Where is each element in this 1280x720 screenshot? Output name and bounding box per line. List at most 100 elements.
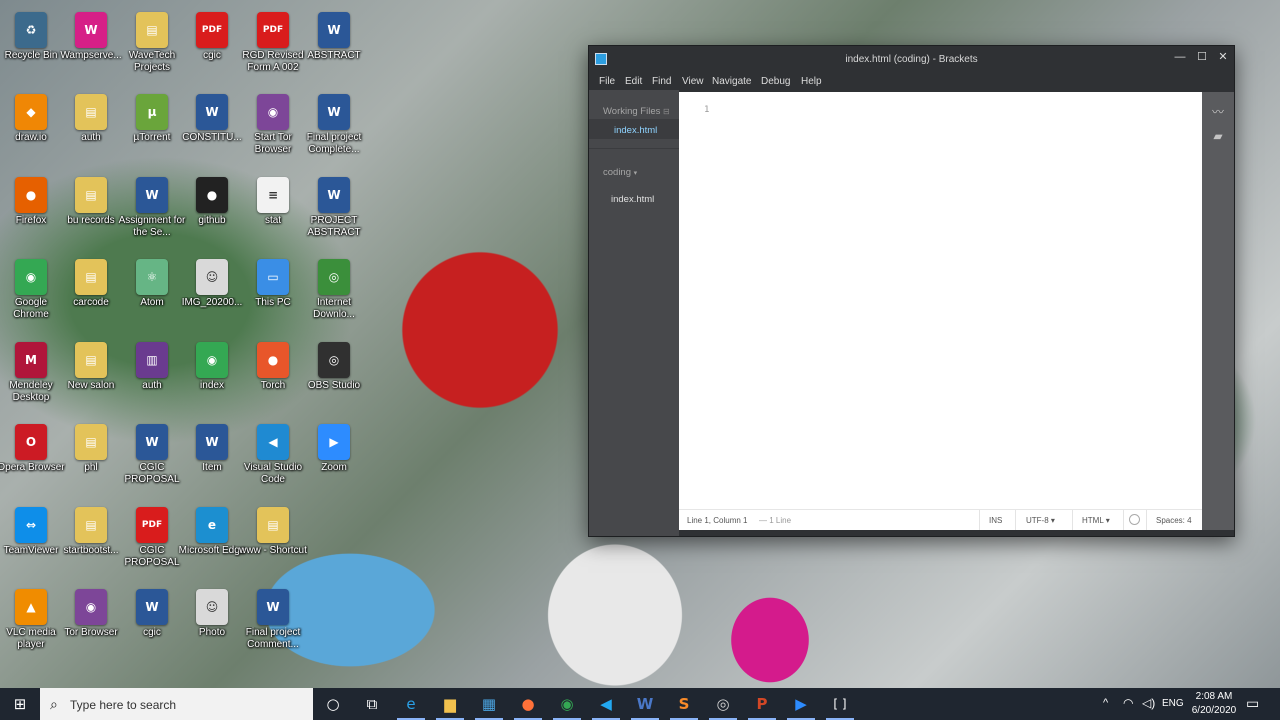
desktop-icon[interactable]: W Final project Comment... xyxy=(242,585,304,667)
desktop-icon[interactable]: Wcgic xyxy=(121,585,183,667)
desktop-icon[interactable]: PDF cgic xyxy=(181,8,243,90)
desktop-icon[interactable]: ≡ stat xyxy=(242,173,304,255)
vscode-icon[interactable]: ◀ xyxy=(586,688,626,720)
desktop-icon[interactable]: ● Torch xyxy=(242,338,304,420)
language-indicator[interactable]: ENG xyxy=(1162,698,1184,709)
start-windows-icon[interactable]: ⊞ xyxy=(0,688,40,720)
menu-help[interactable]: Help xyxy=(801,76,822,87)
chrome-icon[interactable]: ◉ xyxy=(547,688,587,720)
desktop-icon[interactable]: M Mendeley Desktop xyxy=(0,338,62,420)
desktop-icon[interactable]: ⚛ Atom xyxy=(121,255,183,337)
desktop-icon[interactable]: W Item xyxy=(181,420,243,502)
wifi-icon[interactable]: ◠ xyxy=(1123,696,1133,710)
insert-mode[interactable]: INS xyxy=(989,516,1002,525)
desktop-icon[interactable]: ◎ Internet Downlo... xyxy=(303,255,365,337)
desktop-icon[interactable]: W PROJECT ABSTRACT xyxy=(303,173,365,255)
desktop-icon-image: ⇔ xyxy=(15,507,47,543)
title-bar[interactable]: index.html (coding) - Brackets — ☐ ✕ xyxy=(589,46,1234,70)
taskbar-search-box[interactable]: ⌕ Type here to search xyxy=(40,688,313,720)
desktop-icon[interactable]: ▤ phl xyxy=(60,420,122,502)
desktop-icon[interactable]: ▤ startbootst... xyxy=(60,503,122,585)
sidebar-divider xyxy=(589,148,679,149)
clock-time[interactable]: 2:08 AM xyxy=(1193,691,1235,702)
desktop-icon[interactable]: ▤ WaveTech Projects xyxy=(121,8,183,90)
menu-view[interactable]: View xyxy=(682,76,704,87)
menu-navigate[interactable]: Navigate xyxy=(712,76,751,87)
desktop-icon[interactable]: ● github xyxy=(181,173,243,255)
desktop-icon[interactable]: O Opera Browser xyxy=(0,420,65,502)
desktop-icon[interactable]: ▤ bu records xyxy=(60,173,122,255)
desktop-icon[interactable]: µ µTorrent xyxy=(121,90,183,172)
powerpoint-icon[interactable]: P xyxy=(742,688,782,720)
indent-spaces[interactable]: Spaces: 4 xyxy=(1156,516,1192,525)
firefox-icon[interactable]: ● xyxy=(508,688,548,720)
desktop-icon[interactable]: ♻ Recycle Bin xyxy=(0,8,62,90)
project-header[interactable]: coding ▾ xyxy=(603,167,637,178)
maximize-button[interactable]: ☐ xyxy=(1191,48,1213,66)
extension-manager-icon[interactable]: ▰ xyxy=(1210,130,1226,142)
desktop-icon[interactable]: ◀ Visual Studio Code xyxy=(242,420,304,502)
live-preview-icon[interactable]: 〰 xyxy=(1210,106,1226,118)
desktop-icon[interactable]: ◆ draw.io xyxy=(0,90,62,172)
brackets-icon[interactable]: [ ] xyxy=(820,688,860,720)
desktop-icon[interactable]: ◉ Start Tor Browser xyxy=(242,90,304,172)
desktop-icon[interactable]: W CONSTITU... xyxy=(181,90,243,172)
desktop-icon[interactable]: ▥ auth xyxy=(121,338,183,420)
desktop-icon[interactable]: ◉ Tor Browser xyxy=(60,585,122,667)
menu-edit[interactable]: Edit xyxy=(625,76,642,87)
store-icon[interactable]: ▦ xyxy=(469,688,509,720)
task-view-icon[interactable]: ⧉ xyxy=(352,688,392,720)
zoom-icon[interactable]: ▶ xyxy=(781,688,821,720)
desktop-icon[interactable]: ◎ OBS Studio xyxy=(303,338,365,420)
menu-find[interactable]: Find xyxy=(652,76,671,87)
working-files-header[interactable]: Working Files ⊟ xyxy=(603,106,670,117)
code-editor[interactable]: 1 Line 1, Column 1 — 1 Line INS UTF-8 ▾ … xyxy=(679,92,1202,530)
desktop-icon[interactable]: ⇔ TeamViewer xyxy=(0,503,62,585)
desktop-icon-image: ☺ xyxy=(196,259,228,295)
notification-icon[interactable]: ▭ xyxy=(1246,695,1259,712)
desktop-icon[interactable]: W CGIC PROPOSAL xyxy=(121,420,183,502)
sublime-icon[interactable]: S xyxy=(664,688,704,720)
desktop-icon[interactable]: ▤ www - Shortcut xyxy=(239,503,307,585)
menu-file[interactable]: File xyxy=(599,76,615,87)
edge-icon[interactable]: e xyxy=(391,688,431,720)
desktop-icon[interactable]: ☺ Photo xyxy=(181,585,243,667)
desktop-icon[interactable]: ▶ Zoom xyxy=(303,420,365,502)
desktop-icon[interactable]: ▭ This PC xyxy=(242,255,304,337)
language-select[interactable]: HTML ▾ xyxy=(1082,516,1110,525)
obs-icon[interactable]: ◎ xyxy=(703,688,743,720)
clock-date[interactable]: 6/20/2020 xyxy=(1190,705,1238,716)
desktop-icon[interactable]: W Wampserve... xyxy=(60,8,122,90)
desktop-icon[interactable]: W Assignment for the Se... xyxy=(119,173,185,255)
status-separator xyxy=(1146,510,1147,530)
file-explorer-icon[interactable]: ▆ xyxy=(430,688,470,720)
desktop-icon-label: IMG_20200... xyxy=(181,297,243,308)
linter-status-icon[interactable] xyxy=(1129,514,1140,525)
split-view-icon[interactable]: ⊟ xyxy=(663,107,670,116)
desktop-icon[interactable]: PDF RGD Revised Form A 002 xyxy=(242,8,304,90)
desktop-icon[interactable]: ▤ carcode xyxy=(60,255,122,337)
desktop-icon[interactable]: ◉ index xyxy=(181,338,243,420)
encoding-select[interactable]: UTF-8 ▾ xyxy=(1026,516,1055,525)
close-button[interactable]: ✕ xyxy=(1212,48,1234,66)
word-icon[interactable]: W xyxy=(625,688,665,720)
desktop-icon[interactable]: ☺ IMG_20200... xyxy=(181,255,243,337)
minimize-button[interactable]: — xyxy=(1169,48,1191,66)
desktop-icon[interactable]: W Final project Complete... xyxy=(303,90,365,172)
desktop-icon[interactable]: ◉ Google Chrome xyxy=(0,255,62,337)
cursor-position[interactable]: Line 1, Column 1 xyxy=(687,516,747,525)
volume-icon[interactable]: ◁) xyxy=(1142,696,1155,710)
desktop-icon[interactable]: ▲ VLC media player xyxy=(0,585,62,667)
desktop-icon[interactable]: e Microsoft Edge xyxy=(179,503,245,585)
tray-chevron-icon[interactable]: ^ xyxy=(1103,697,1108,709)
desktop-icon[interactable]: ● Firefox xyxy=(0,173,62,255)
desktop-icon[interactable]: W ABSTRACT xyxy=(303,8,365,90)
working-file-item[interactable]: index.html xyxy=(614,125,657,136)
desktop-icon-image: ▥ xyxy=(136,342,168,378)
project-file-item[interactable]: index.html xyxy=(611,194,654,205)
desktop-icon[interactable]: PDF CGIC PROPOSAL xyxy=(121,503,183,585)
desktop-icon[interactable]: ▤ New salon xyxy=(60,338,122,420)
cortana-icon[interactable]: ○ xyxy=(313,688,353,720)
desktop-icon[interactable]: ▤ auth xyxy=(60,90,122,172)
menu-debug[interactable]: Debug xyxy=(761,76,790,87)
